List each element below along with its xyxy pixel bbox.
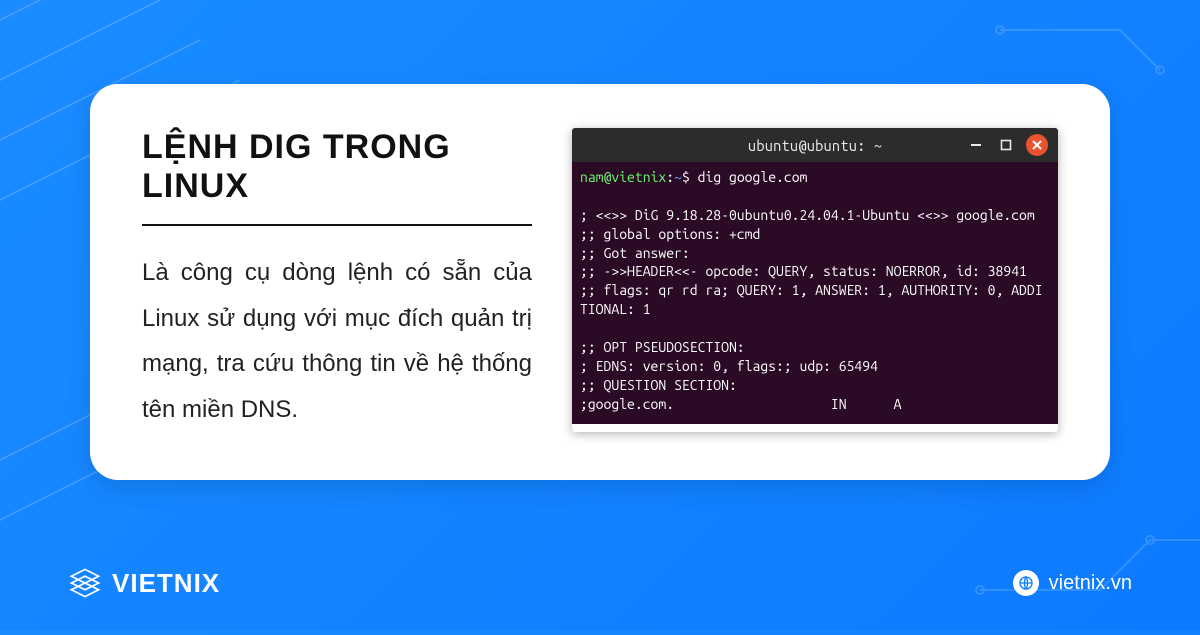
- text-column: LỆNH DIG TRONG LINUX Là công cụ dòng lện…: [142, 128, 532, 432]
- site-url: vietnix.vn: [1049, 572, 1132, 595]
- brand-mark-icon: [68, 566, 102, 600]
- site-link[interactable]: vietnix.vn: [1013, 570, 1132, 596]
- terminal-body: nam@vietnix:~$ dig google.com ; <<>> DiG…: [572, 162, 1058, 424]
- terminal-title: ubuntu@ubuntu: ~: [748, 137, 882, 154]
- terminal-output: ; <<>> DiG 9.18.28-0ubuntu0.24.04.1-Ubun…: [580, 187, 1050, 414]
- terminal-prompt-line: nam@vietnix:~$ dig google.com: [580, 168, 1050, 187]
- page-title: LỆNH DIG TRONG LINUX: [142, 128, 532, 206]
- terminal-titlebar: ubuntu@ubuntu: ~: [572, 128, 1058, 162]
- info-card: LỆNH DIG TRONG LINUX Là công cụ dòng lện…: [90, 84, 1110, 480]
- maximize-icon[interactable]: [996, 135, 1016, 155]
- divider: [142, 224, 532, 226]
- brand-name: VIETNIX: [112, 568, 220, 599]
- minimize-icon[interactable]: [966, 135, 986, 155]
- description-text: Là công cụ dòng lệnh có sẵn của Linux sử…: [142, 250, 532, 432]
- footer: VIETNIX vietnix.vn: [68, 566, 1132, 600]
- terminal-window: ubuntu@ubuntu: ~ nam@vietnix:~$ dig goog…: [572, 128, 1058, 432]
- brand-logo: VIETNIX: [68, 566, 220, 600]
- globe-icon: [1013, 570, 1039, 596]
- close-icon[interactable]: [1026, 134, 1048, 156]
